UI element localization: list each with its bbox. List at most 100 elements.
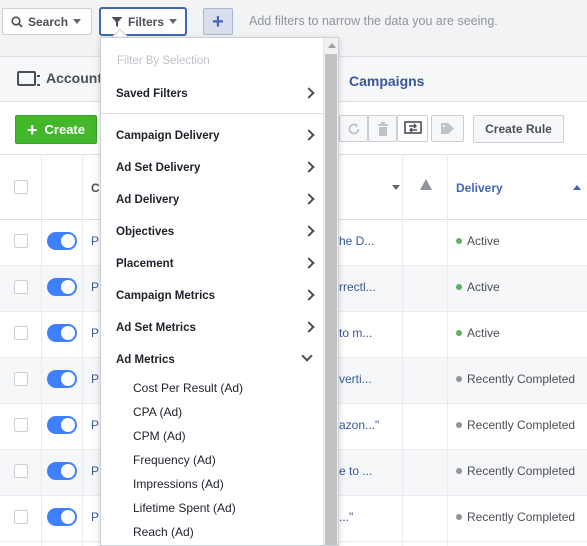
preview-button[interactable]: [397, 115, 428, 142]
create-rule-button[interactable]: Create Rule: [473, 115, 564, 143]
campaign-name-link[interactable]: P: [91, 418, 99, 432]
plus-icon: +: [27, 119, 38, 140]
delivery-status: Active: [456, 326, 500, 340]
dropdown-heading: Filter By Selection: [117, 55, 210, 67]
delivery-status: Active: [456, 234, 500, 248]
filter-category-campaign-delivery[interactable]: Campaign Delivery: [101, 120, 323, 152]
delivery-status: Recently Completed: [456, 510, 575, 524]
search-label: Search: [28, 14, 69, 29]
delivery-status-label: Active: [467, 280, 500, 294]
filter-category-ad-set-metrics[interactable]: Ad Set Metrics: [101, 312, 323, 344]
filter-hint: Add filters to narrow the data you are s…: [249, 14, 498, 28]
filter-category-label: Ad Set Delivery: [116, 162, 201, 174]
tag-icon: [441, 123, 454, 134]
delivery-status-label: Active: [467, 326, 500, 340]
select-all-checkbox[interactable]: [14, 180, 28, 194]
campaign-name-text[interactable]: to m...: [339, 326, 372, 340]
ad-metric-option[interactable]: Lifetime Spent (Ad): [133, 501, 236, 515]
filters-button[interactable]: Filters: [99, 7, 187, 36]
filter-category-objectives[interactable]: Objectives: [101, 216, 323, 248]
chevron-down-icon: [169, 19, 178, 24]
tag-button[interactable]: [431, 115, 464, 142]
campaign-name-link[interactable]: P: [91, 510, 99, 524]
column-divider: [402, 154, 403, 546]
filter-category-ad-metrics[interactable]: Ad Metrics: [101, 344, 323, 376]
campaign-name-link[interactable]: P: [91, 326, 99, 340]
campaign-name-link[interactable]: P: [91, 372, 99, 386]
status-dot: [456, 284, 462, 290]
column-header-delivery[interactable]: Delivery: [456, 181, 503, 195]
scrollbar-thumb[interactable]: [325, 54, 337, 545]
campaign-name-text[interactable]: verti...: [339, 372, 372, 386]
filter-category-placement[interactable]: Placement: [101, 248, 323, 280]
filter-category-label: Ad Set Metrics: [116, 322, 196, 334]
filter-category-label: Campaign Delivery: [116, 130, 220, 142]
campaign-name-text[interactable]: azon...": [339, 418, 379, 432]
delivery-status-label: Recently Completed: [467, 418, 576, 432]
campaign-toggle[interactable]: [47, 416, 77, 434]
campaign-toggle[interactable]: [47, 370, 77, 388]
campaign-toggle[interactable]: [47, 232, 77, 250]
delivery-status-label: Recently Completed: [467, 372, 576, 386]
filters-label: Filters: [128, 14, 165, 29]
column-header-name[interactable]: C: [91, 181, 100, 195]
ad-metric-option[interactable]: CPM (Ad): [133, 429, 186, 443]
status-dot: [456, 468, 462, 474]
row-checkbox[interactable]: [14, 464, 28, 478]
row-checkbox[interactable]: [14, 510, 28, 524]
row-checkbox[interactable]: [14, 234, 28, 248]
tab-account[interactable]: Account: [17, 70, 102, 86]
ad-metric-option[interactable]: Cost Per Result (Ad): [133, 381, 243, 395]
row-checkbox[interactable]: [14, 372, 28, 386]
delete-button[interactable]: [368, 115, 397, 142]
delivery-status: Active: [456, 280, 500, 294]
sort-ascending-icon[interactable]: [573, 185, 581, 190]
ad-metric-option[interactable]: CPA (Ad): [133, 405, 182, 419]
create-label: Create: [44, 122, 85, 137]
ad-metric-option[interactable]: Impressions (Ad): [133, 477, 224, 491]
add-filter-button[interactable]: +: [203, 8, 233, 35]
plus-icon: +: [212, 10, 224, 33]
campaign-toggle[interactable]: [47, 508, 77, 526]
scroll-up-arrow-icon[interactable]: [328, 43, 336, 48]
campaign-name-link[interactable]: P: [91, 234, 99, 248]
sort-caret-icon[interactable]: [392, 185, 400, 190]
chevron-right-icon: [303, 225, 315, 237]
filter-category-ad-set-delivery[interactable]: Ad Set Delivery: [101, 152, 323, 184]
ad-metric-option[interactable]: Reach (Ad): [133, 525, 194, 539]
campaign-name-text[interactable]: e to ...: [339, 464, 372, 478]
filter-category-saved-filters[interactable]: Saved Filters: [101, 78, 323, 110]
row-checkbox[interactable]: [14, 280, 28, 294]
chevron-right-icon: [303, 193, 315, 205]
campaign-name-link[interactable]: P: [91, 280, 99, 294]
filter-category-ad-delivery[interactable]: Ad Delivery: [101, 184, 323, 216]
filter-category-label: Ad Metrics: [116, 354, 175, 366]
trash-icon: [377, 121, 388, 136]
chevron-right-icon: [303, 321, 315, 333]
campaign-name-text[interactable]: he D...: [339, 234, 374, 248]
campaign-name-text[interactable]: rrectl...: [339, 280, 376, 294]
tab-campaigns[interactable]: Campaigns: [349, 73, 424, 89]
row-checkbox[interactable]: [14, 418, 28, 432]
campaign-toggle[interactable]: [47, 324, 77, 342]
create-button[interactable]: + Create: [15, 115, 97, 144]
filter-category-campaign-metrics[interactable]: Campaign Metrics: [101, 280, 323, 312]
ad-metric-option[interactable]: Frequency (Ad): [133, 453, 216, 467]
chevron-right-icon: [303, 289, 315, 301]
chevron-down-icon: [73, 19, 82, 24]
campaign-toggle[interactable]: [47, 462, 77, 480]
filters-dropdown: Filter By Selection Saved Filters Campaig…: [100, 37, 339, 546]
search-button[interactable]: Search: [2, 8, 92, 35]
filter-category-label: Saved Filters: [116, 88, 188, 100]
campaign-name-text[interactable]: ...": [339, 510, 353, 524]
warning-icon: [420, 179, 432, 190]
delivery-status: Recently Completed: [456, 418, 575, 432]
column-divider: [41, 154, 42, 546]
row-checkbox[interactable]: [14, 326, 28, 340]
account-icon: [17, 70, 40, 86]
chevron-down-icon: [301, 350, 313, 362]
campaign-toggle[interactable]: [47, 278, 77, 296]
search-icon: [11, 15, 23, 28]
refresh-button[interactable]: [339, 115, 368, 142]
campaign-name-link[interactable]: P: [91, 464, 99, 478]
